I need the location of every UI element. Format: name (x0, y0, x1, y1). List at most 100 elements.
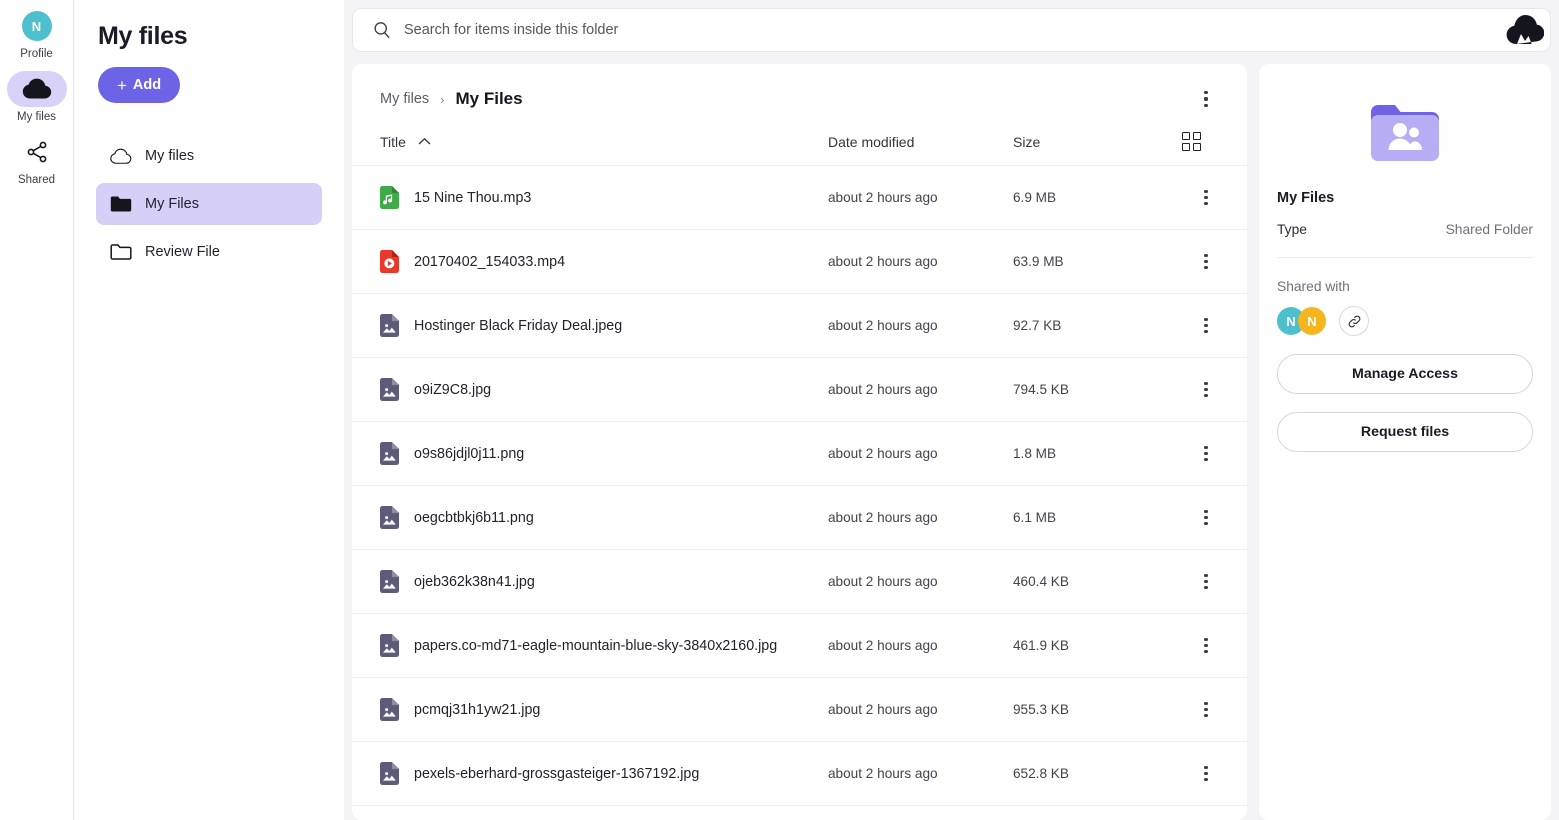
file-date-modified: about 2 hours ago (828, 446, 938, 461)
file-date-modified: about 2 hours ago (828, 638, 938, 653)
kebab-dot (1204, 195, 1208, 200)
request-files-button[interactable]: Request files (1277, 412, 1533, 452)
row-kebab-menu-icon[interactable] (1193, 633, 1219, 659)
column-header-size[interactable]: Size (1013, 134, 1163, 150)
table-row[interactable]: oegcbtbkj6b11.png about 2 hours ago 6.1 MB (352, 486, 1247, 550)
file-size: 6.1 MB (1013, 510, 1057, 525)
file-date-modified: about 2 hours ago (828, 190, 938, 205)
table-row[interactable]: pexels-eberhard-grossgasteiger-1367192.j… (352, 742, 1247, 806)
page-title: My files (98, 22, 188, 50)
table-row[interactable]: o9iZ9C8.jpg about 2 hours ago 794.5 KB (352, 358, 1247, 422)
avatar-initial: N (1286, 313, 1296, 329)
card-header: My files › My Files (352, 64, 1247, 126)
grid-cell (1192, 143, 1201, 151)
table-row[interactable]: o9s86jdjl0j11.png about 2 hours ago 1.8 MB (352, 422, 1247, 486)
column-header-view (1163, 132, 1219, 151)
avatar[interactable]: N (1298, 307, 1326, 335)
file-row-menu (1163, 249, 1219, 275)
file-title-cell: ojeb362k38n41.jpg (380, 570, 828, 593)
kebab-dot (1204, 765, 1208, 769)
search-input[interactable] (404, 22, 1530, 38)
table-row[interactable]: 15 Nine Thou.mp3 about 2 hours ago 6.9 MB (352, 166, 1247, 230)
file-title-cell: o9s86jdjl0j11.png (380, 442, 828, 465)
file-date-modified: about 2 hours ago (828, 702, 938, 717)
table-header-row: Title Date modified Size (352, 126, 1247, 166)
column-header-title-label: Title (380, 133, 406, 150)
table-row[interactable]: ojeb362k38n41.jpg about 2 hours ago 460.4 … (352, 550, 1247, 614)
profile-avatar-initial: N (31, 18, 42, 34)
row-kebab-menu-icon[interactable] (1193, 313, 1219, 339)
sidebar-item-my-files-root[interactable]: My files (96, 135, 322, 177)
file-size: 794.5 KB (1013, 382, 1069, 397)
video-file-icon (380, 250, 399, 273)
table-row[interactable]: Hostinger Black Friday Deal.jpeg about 2 … (352, 294, 1247, 358)
cloud-logo-icon[interactable] (1503, 10, 1547, 50)
file-type-icon (380, 634, 399, 657)
rail-item-shared[interactable]: Shared (5, 134, 69, 187)
file-date-modified: about 2 hours ago (828, 766, 938, 781)
shared-folder-icon (1371, 105, 1439, 161)
sidebar-item-my-files[interactable]: My Files (96, 183, 322, 225)
icon-rail: N Profile My files Shared (0, 0, 74, 820)
cloud-outline-icon (110, 145, 132, 167)
column-header-title[interactable]: Title (380, 134, 828, 150)
file-name: pexels-eberhard-grossgasteiger-1367192.j… (414, 765, 700, 782)
file-row-menu (1163, 377, 1219, 403)
file-name: pcmqj31h1yw21.jpg (414, 701, 541, 718)
table-row[interactable]: papers.co-md71-eagle-mountain-blue-sky-3… (352, 614, 1247, 678)
kebab-dot (1204, 330, 1208, 334)
kebab-dot (1204, 637, 1208, 641)
image-file-icon (380, 314, 399, 337)
file-row-menu (1163, 569, 1219, 595)
row-kebab-menu-icon[interactable] (1193, 249, 1219, 275)
file-title-cell: 20170402_154033.mp4 (380, 250, 828, 273)
kebab-dot (1204, 643, 1208, 648)
file-title-cell: 15 Nine Thou.mp3 (380, 186, 828, 209)
sidebar-item-review-file[interactable]: Review File (96, 231, 322, 273)
rail-item-my-files[interactable]: My files (5, 71, 69, 124)
row-kebab-menu-icon[interactable] (1193, 761, 1219, 787)
sidebar-item-my-files-label: My Files (145, 196, 199, 212)
file-name: Hostinger Black Friday Deal.jpeg (414, 317, 623, 334)
table-row[interactable]: pcmqj31h1yw21.jpg about 2 hours ago 955.3 … (352, 678, 1247, 742)
file-list[interactable]: 15 Nine Thou.mp3 about 2 hours ago 6.9 MB 2… (352, 166, 1247, 820)
file-name: papers.co-md71-eagle-mountain-blue-sky-3… (414, 637, 778, 654)
kebab-dot (1204, 381, 1208, 385)
row-kebab-menu-icon[interactable] (1193, 185, 1219, 211)
image-file-icon (380, 506, 399, 529)
shared-with-label: Shared with (1277, 279, 1350, 294)
image-file-icon (380, 698, 399, 721)
kebab-dot (1204, 259, 1208, 264)
file-date-modified: about 2 hours ago (828, 574, 938, 589)
rail-my-files-highlight (6, 71, 67, 107)
manage-access-button[interactable]: Manage Access (1277, 354, 1533, 394)
rail-item-shared-label: Shared (17, 174, 56, 186)
chevron-up-icon (418, 137, 431, 145)
rail-item-profile[interactable]: N Profile (5, 8, 69, 61)
folder-outline-icon (110, 241, 132, 263)
card-kebab-menu-icon[interactable] (1193, 86, 1219, 112)
search-bar (352, 8, 1551, 52)
table-row[interactable]: 20170402_154033.mp4 about 2 hours ago 63.9… (352, 230, 1247, 294)
row-kebab-menu-icon[interactable] (1193, 505, 1219, 531)
row-kebab-menu-icon[interactable] (1193, 697, 1219, 723)
link-chain-icon[interactable] (1339, 306, 1369, 336)
plus-icon: + (116, 75, 127, 95)
kebab-dot (1204, 579, 1208, 584)
details-type-row: Type Shared Folder (1277, 222, 1533, 258)
add-button[interactable]: + Add (98, 67, 180, 103)
file-type-icon (380, 570, 399, 593)
breadcrumb-parent[interactable]: My files (380, 91, 429, 107)
row-kebab-menu-icon[interactable] (1193, 441, 1219, 467)
row-kebab-menu-icon[interactable] (1193, 377, 1219, 403)
app-root: N Profile My files Shared My files + Add… (0, 0, 1559, 820)
row-kebab-menu-icon[interactable] (1193, 569, 1219, 595)
file-name: ojeb362k38n41.jpg (414, 573, 535, 590)
column-header-date[interactable]: Date modified (828, 134, 1013, 150)
image-file-icon (380, 442, 399, 465)
file-type-icon (380, 250, 399, 273)
file-size: 92.7 KB (1013, 318, 1062, 333)
file-row-menu (1163, 761, 1219, 787)
file-row-menu (1163, 505, 1219, 531)
grid-view-icon[interactable] (1181, 132, 1201, 151)
